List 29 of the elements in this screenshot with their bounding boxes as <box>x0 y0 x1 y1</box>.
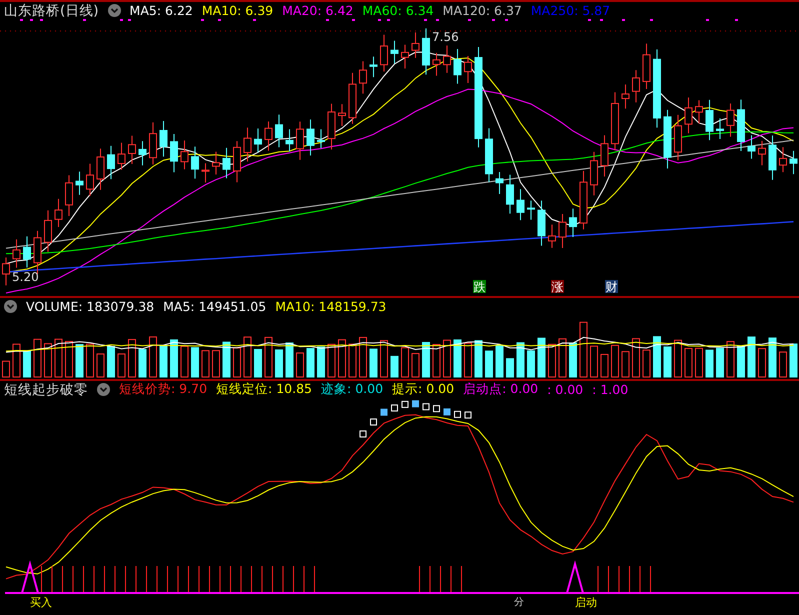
indicator-reading: : 0.00 <box>547 382 584 397</box>
indicator-reading: MA250: 5.87 <box>530 3 610 18</box>
signal-label: 买入 <box>30 596 52 609</box>
indicator-reading: : 1.00 <box>592 382 628 397</box>
indicator-reading: 迹象: 0.00 <box>321 381 384 398</box>
indicator-reading: MA5: 149451.05 <box>163 299 266 314</box>
dropdown-icon[interactable] <box>108 4 121 17</box>
high-price-label: 7.56 <box>432 30 459 44</box>
indicator-reading: 短线定位: 10.85 <box>216 381 312 398</box>
dropdown-icon[interactable] <box>4 300 17 313</box>
indicator-reading: MA60: 6.34 <box>362 3 434 18</box>
signal-badge: 涨 <box>551 280 564 294</box>
indicator-reading: MA10: 148159.73 <box>275 299 386 314</box>
indicator-reading: MA120: 6.37 <box>442 3 522 18</box>
signal-label: 分 <box>514 597 524 608</box>
signal-label: 启动 <box>575 596 597 609</box>
indicator-reading: 启动点: 0.00 <box>463 381 538 398</box>
low-price-label: 5.20 <box>12 270 39 284</box>
indicator-reading: MA20: 6.42 <box>282 3 354 18</box>
chart-title: 短线起步破零 <box>4 380 88 398</box>
indicator-reading: VOLUME: 183079.38 <box>26 299 154 314</box>
dropdown-icon[interactable] <box>97 383 110 396</box>
signal-badge: 财 <box>605 280 618 294</box>
indicator-reading: MA5: 6.22 <box>130 3 193 18</box>
indicator-reading: MA10: 6.39 <box>202 3 274 18</box>
chart-title: 山东路桥(日线) <box>4 2 99 20</box>
indicator-reading: 提示: 0.00 <box>392 381 454 398</box>
signal-badge: 跌 <box>473 280 486 294</box>
indicator-reading: 短线价势: 9.70 <box>119 381 208 398</box>
